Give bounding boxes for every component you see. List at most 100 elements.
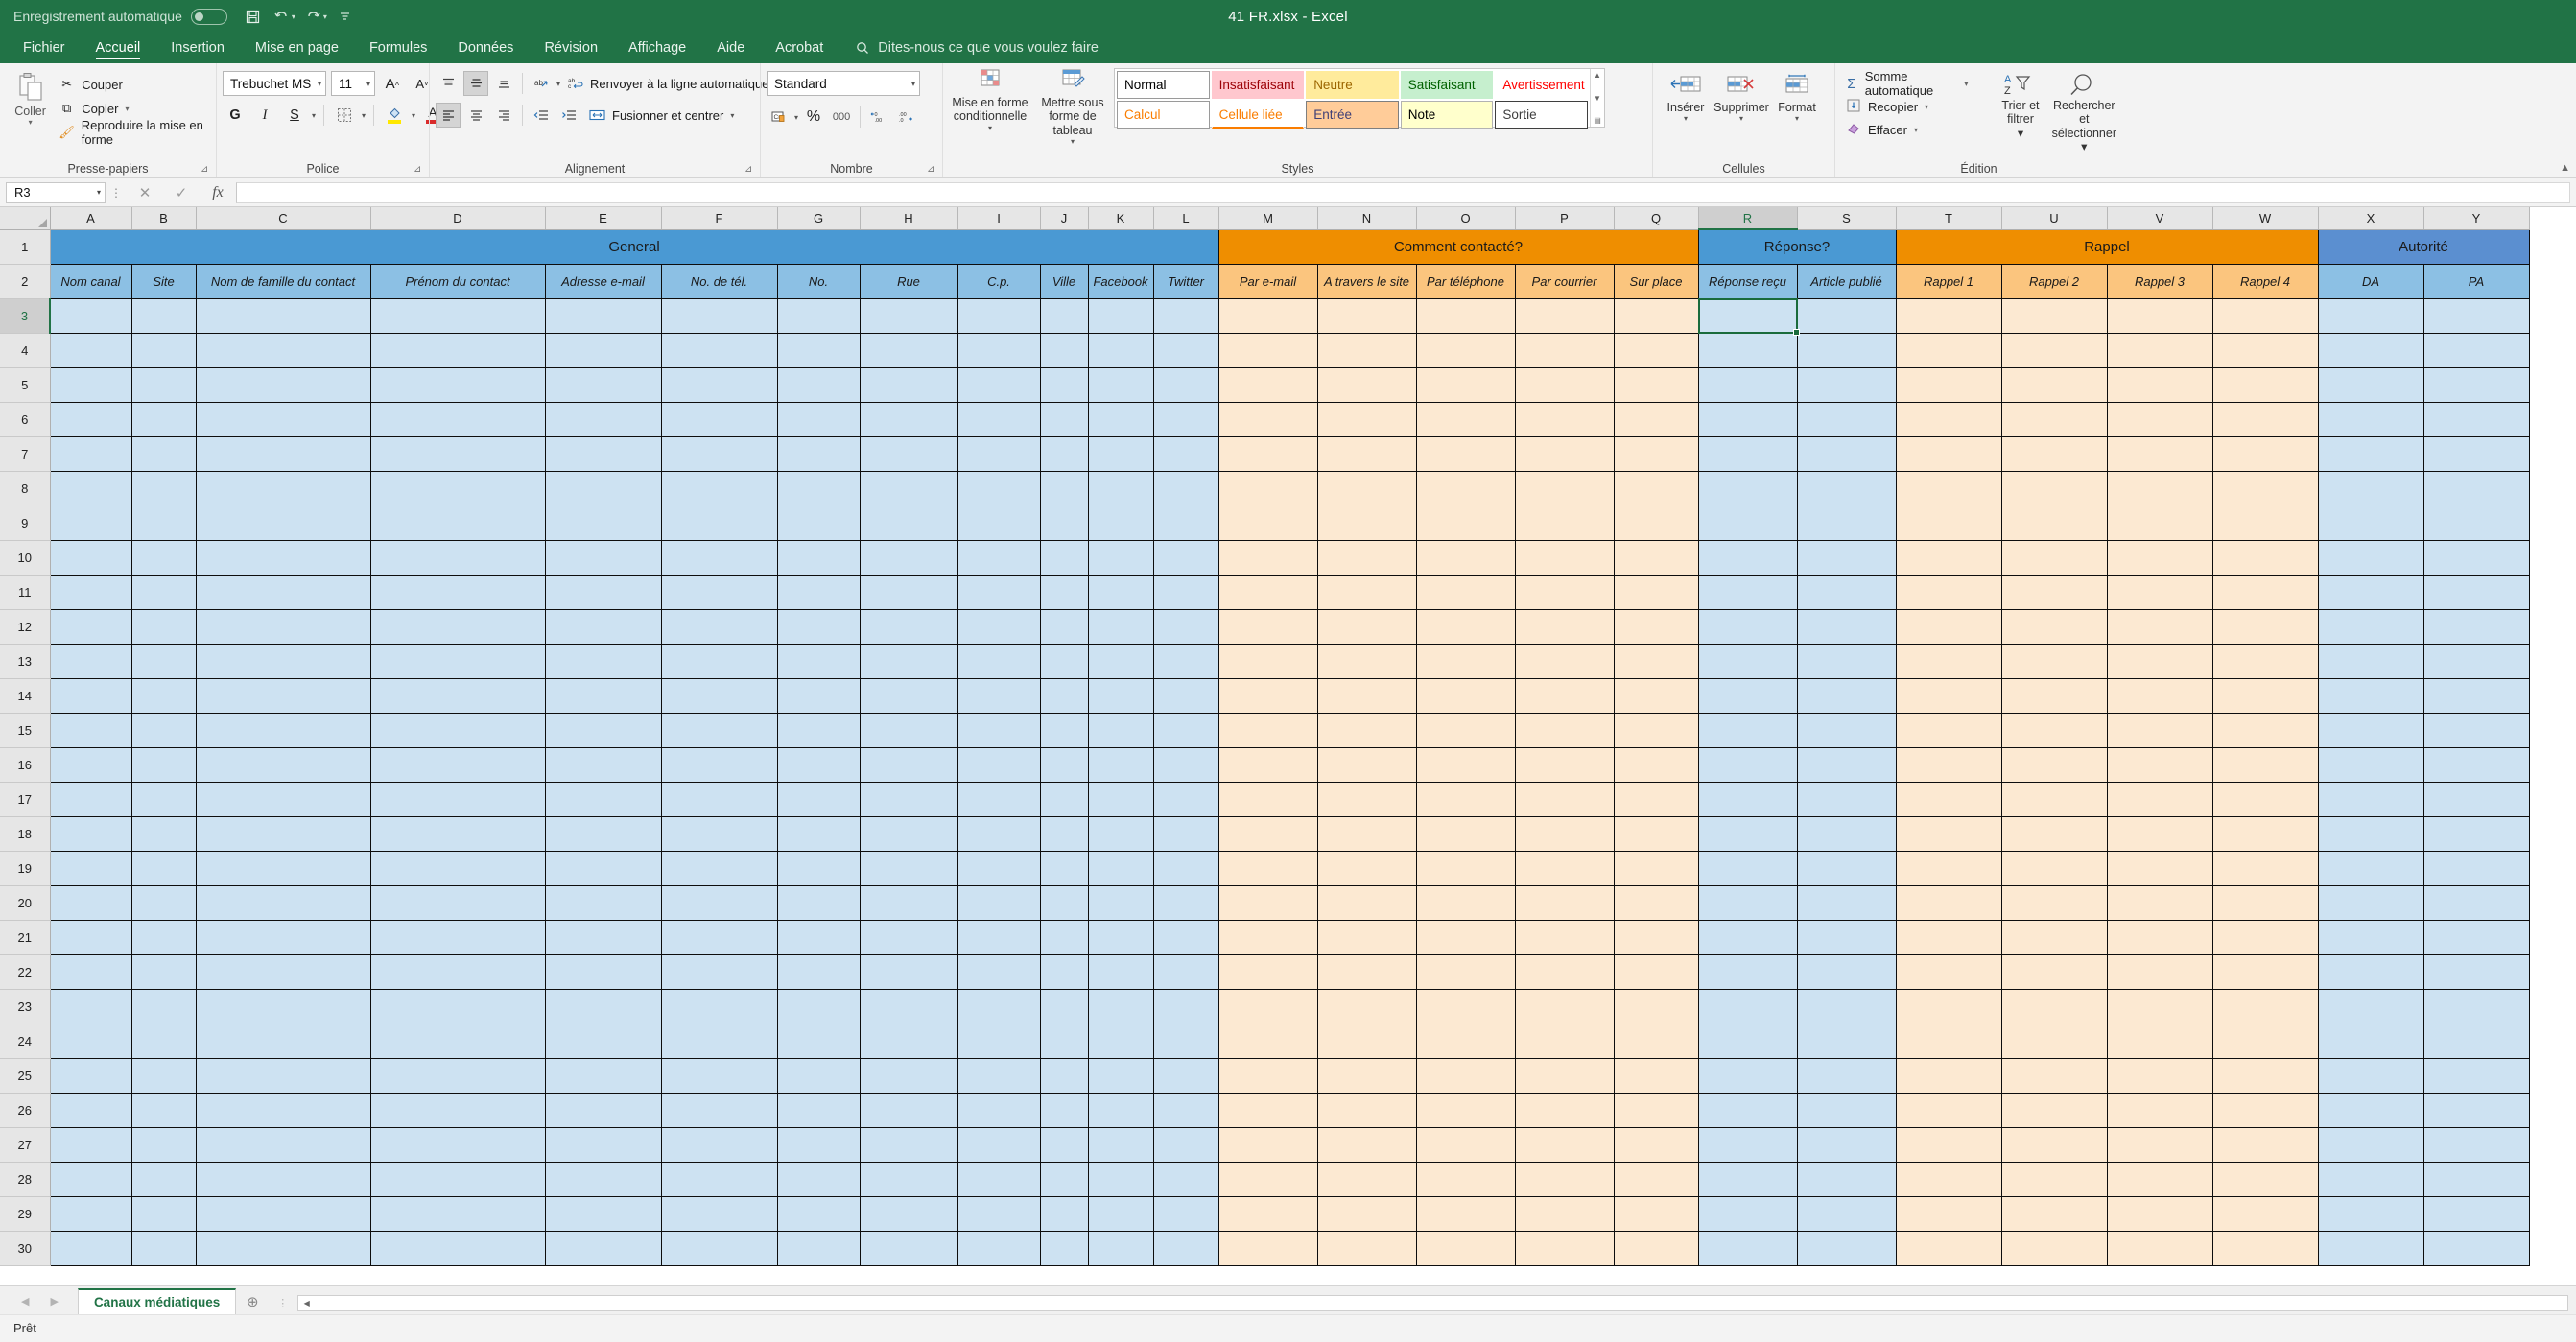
grid-cell[interactable] xyxy=(1796,366,1897,403)
grid-cell[interactable] xyxy=(1316,608,1417,645)
sort-filter-button[interactable]: A Z Trier et filtrer ▾ xyxy=(1989,69,2051,140)
grid-cell[interactable] xyxy=(1895,919,2002,955)
grid-cell[interactable] xyxy=(1796,850,1897,886)
grid-cell[interactable] xyxy=(49,884,132,921)
grid-cell[interactable] xyxy=(369,401,546,437)
row-header-25[interactable]: 25 xyxy=(0,1058,51,1094)
grid-cell[interactable] xyxy=(1697,643,1798,679)
grid-cell[interactable] xyxy=(49,1230,132,1266)
grid-cell[interactable] xyxy=(1152,815,1219,852)
grid-cell[interactable] xyxy=(776,1126,861,1163)
field-header-cell[interactable]: A travers le site xyxy=(1316,263,1417,299)
row-header-10[interactable]: 10 xyxy=(0,540,51,576)
grid-cell[interactable] xyxy=(544,1057,662,1094)
fx-icon[interactable]: fx xyxy=(200,184,236,201)
banner-cell[interactable]: General xyxy=(49,228,1219,265)
grid-cell[interactable] xyxy=(369,366,546,403)
grid-cell[interactable] xyxy=(1316,712,1417,748)
field-header-cell[interactable]: Réponse reçu xyxy=(1697,263,1798,299)
grid-cell[interactable] xyxy=(2317,608,2424,645)
grid-cell[interactable] xyxy=(1415,297,1516,334)
grid-cell[interactable] xyxy=(369,1161,546,1197)
insert-cells-button[interactable]: Insérer ▾ xyxy=(1659,71,1713,123)
grid-cell[interactable] xyxy=(49,712,132,748)
grid-cell[interactable] xyxy=(660,1195,778,1232)
grid-cell[interactable] xyxy=(1514,1057,1615,1094)
grid-row[interactable]: 15 xyxy=(0,712,2530,748)
field-header-cell[interactable]: Facebook xyxy=(1087,263,1154,299)
cell-style-entr-e[interactable]: Entrée xyxy=(1306,101,1399,129)
grid-cell[interactable] xyxy=(2211,1092,2319,1128)
grid-cell[interactable] xyxy=(1613,1161,1699,1197)
grid-cell[interactable] xyxy=(195,1057,371,1094)
number-dialog-launcher[interactable]: ⊿ xyxy=(927,164,938,176)
field-header-cell[interactable]: Rue xyxy=(859,263,958,299)
grid-cell[interactable] xyxy=(2317,436,2424,472)
grid-cell[interactable] xyxy=(1895,1057,2002,1094)
grid-cell[interactable] xyxy=(1316,505,1417,541)
grid-cell[interactable] xyxy=(1796,712,1897,748)
grid-cell[interactable] xyxy=(1415,574,1516,610)
column-header-G[interactable]: G xyxy=(777,207,861,230)
grid-cell[interactable] xyxy=(1217,401,1318,437)
grid-cell[interactable] xyxy=(1217,884,1318,921)
grid-cell[interactable] xyxy=(1895,574,2002,610)
grid-cell[interactable] xyxy=(1613,1195,1699,1232)
delete-dropdown-icon[interactable]: ▾ xyxy=(1739,114,1743,123)
cell-style-neutre[interactable]: Neutre xyxy=(1306,71,1399,99)
grid-cell[interactable] xyxy=(957,401,1041,437)
grid-cell[interactable] xyxy=(195,884,371,921)
grid-cell[interactable] xyxy=(544,1126,662,1163)
grid-cell[interactable] xyxy=(130,643,197,679)
grid-cell[interactable] xyxy=(1697,470,1798,506)
grid-cell[interactable] xyxy=(957,1126,1041,1163)
grid-cell[interactable] xyxy=(1316,366,1417,403)
grid-cell[interactable] xyxy=(859,643,958,679)
grid-cell[interactable] xyxy=(1039,746,1089,783)
increase-decimal-button[interactable]: 0.00 xyxy=(866,105,891,129)
grid-cell[interactable] xyxy=(2317,884,2424,921)
row-header-21[interactable]: 21 xyxy=(0,920,51,955)
grid-cell[interactable] xyxy=(859,954,958,990)
grid-cell[interactable] xyxy=(195,1195,371,1232)
grid-cell[interactable] xyxy=(1316,574,1417,610)
grid-cell[interactable] xyxy=(2422,505,2530,541)
grid-cell[interactable] xyxy=(2317,643,2424,679)
grid-cell[interactable] xyxy=(1514,712,1615,748)
grid-cell[interactable] xyxy=(1087,297,1154,334)
grid-cell[interactable] xyxy=(2422,436,2530,472)
find-select-dropdown-icon[interactable]: ▾ xyxy=(2081,140,2087,153)
field-header-cell[interactable]: Par courrier xyxy=(1514,263,1615,299)
grid-cell[interactable] xyxy=(1895,988,2002,1024)
grid-cell[interactable] xyxy=(369,574,546,610)
grid-table[interactable]: A B C D E F G H I J K L M N O P Q R S T U V W X Y 1 General Comment… xyxy=(0,207,2530,1266)
tab-accueil[interactable]: Accueil xyxy=(81,33,156,63)
grid-cell[interactable] xyxy=(1796,470,1897,506)
decrease-indent-button[interactable] xyxy=(529,103,554,128)
grid-cell[interactable] xyxy=(859,505,958,541)
grid-cell[interactable] xyxy=(1613,608,1699,645)
grid-row[interactable]: 21 xyxy=(0,919,2530,955)
grid-cell[interactable] xyxy=(1316,470,1417,506)
grid-cell[interactable] xyxy=(130,1023,197,1059)
grid-cell[interactable] xyxy=(1697,781,1798,817)
grid-cell[interactable] xyxy=(195,470,371,506)
grid-cell[interactable] xyxy=(49,401,132,437)
grid-cell[interactable] xyxy=(1697,954,1798,990)
grid-cell[interactable] xyxy=(1613,781,1699,817)
grid-cell[interactable] xyxy=(1697,1126,1798,1163)
grid-cell[interactable] xyxy=(195,954,371,990)
row-header-17[interactable]: 17 xyxy=(0,782,51,817)
grid-row[interactable]: 28 xyxy=(0,1161,2530,1197)
grid-cell[interactable] xyxy=(2422,815,2530,852)
grid-cell[interactable] xyxy=(2000,643,2108,679)
grid-cell[interactable] xyxy=(195,781,371,817)
grid-cell[interactable] xyxy=(1039,815,1089,852)
grid-row[interactable]: 5 xyxy=(0,366,2530,403)
autosave-toggle[interactable] xyxy=(190,8,227,25)
grid-cell[interactable] xyxy=(1152,746,1219,783)
grid-cell[interactable] xyxy=(957,608,1041,645)
grid-cell[interactable] xyxy=(2211,297,2319,334)
grid-cell[interactable] xyxy=(1895,712,2002,748)
fill-color-dropdown-icon[interactable]: ▾ xyxy=(412,111,415,120)
